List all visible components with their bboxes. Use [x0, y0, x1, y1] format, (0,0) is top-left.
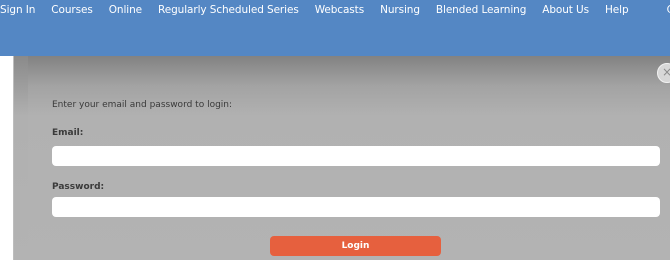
- nav-item-sign-in[interactable]: Sign In: [0, 0, 43, 20]
- email-field[interactable]: [52, 146, 660, 166]
- main-nav: Sign In Courses Online Regularly Schedul…: [0, 0, 637, 20]
- login-button[interactable]: Login: [270, 236, 441, 256]
- nav-item-help[interactable]: Help: [597, 0, 637, 20]
- password-label: Password:: [52, 182, 105, 192]
- nav-item-online[interactable]: Online: [101, 0, 150, 20]
- modal-overlay: [14, 56, 28, 260]
- nav-overflow-fragment: C: [667, 0, 670, 20]
- nav-item-blended-learning[interactable]: Blended Learning: [428, 0, 534, 20]
- login-instructions: Enter your email and password to login:: [52, 100, 233, 110]
- email-label: Email:: [52, 128, 84, 138]
- page-left-edge: [0, 56, 14, 260]
- nav-item-courses[interactable]: Courses: [43, 0, 100, 20]
- nav-item-about-us[interactable]: About Us: [534, 0, 597, 20]
- nav-item-webcasts[interactable]: Webcasts: [307, 0, 372, 20]
- password-field[interactable]: [52, 197, 660, 217]
- nav-item-regularly-scheduled-series[interactable]: Regularly Scheduled Series: [150, 0, 307, 20]
- close-icon[interactable]: ×: [657, 63, 670, 83]
- top-navigation-bar: Sign In Courses Online Regularly Schedul…: [0, 0, 670, 56]
- nav-item-nursing[interactable]: Nursing: [372, 0, 428, 20]
